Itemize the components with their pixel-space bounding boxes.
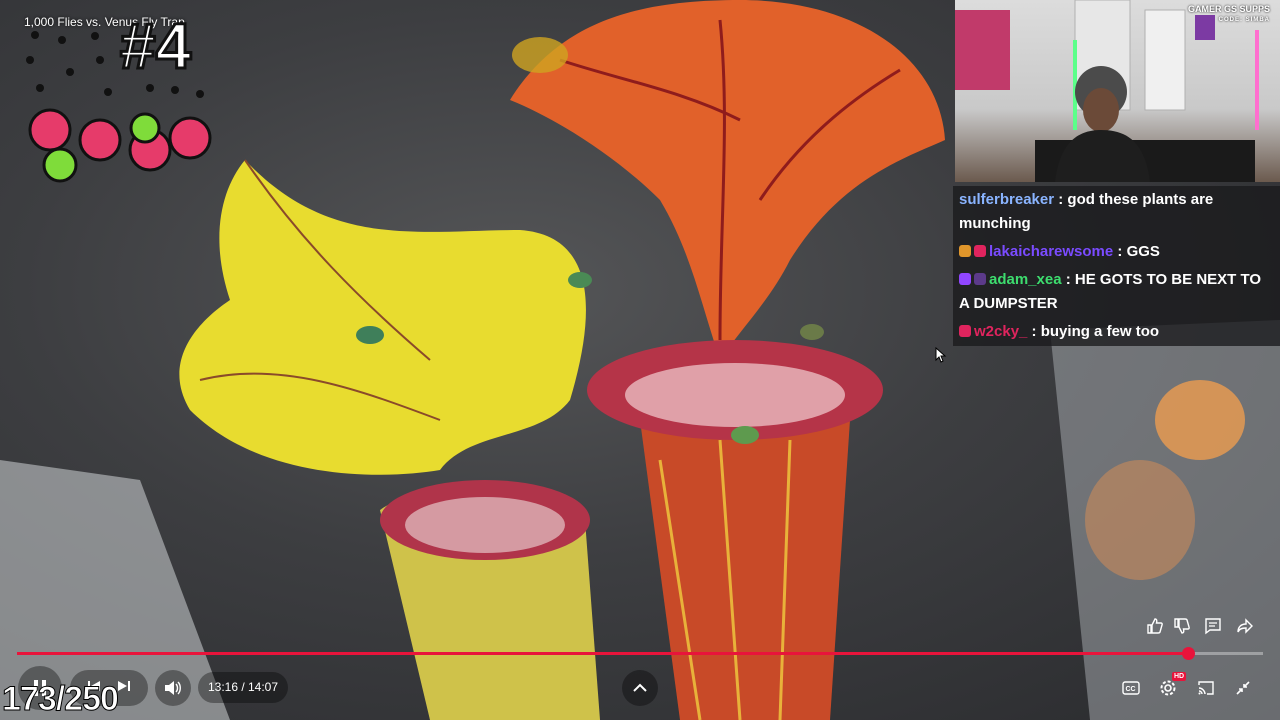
chat-username[interactable]: lakaicharewsome — [989, 243, 1113, 260]
like-button[interactable] — [1143, 614, 1167, 638]
share-button[interactable] — [1233, 614, 1257, 638]
progress-bar[interactable] — [17, 647, 1263, 660]
sponsor-code: CODE: SIMBA — [1218, 17, 1270, 23]
gift-badge-icon — [959, 273, 971, 285]
sub-badge-icon — [959, 245, 971, 257]
chat-separator: : — [1061, 271, 1075, 288]
chat-message: sulferbreaker : god these plants are mun… — [959, 188, 1274, 236]
expand-button[interactable] — [622, 670, 658, 706]
thumbs-up-icon — [1147, 618, 1163, 634]
chat-message: w2cky_ : buying a few too — [959, 320, 1274, 344]
captions-button[interactable]: CC — [1119, 676, 1143, 700]
chat-username[interactable]: sulferbreaker — [959, 191, 1054, 208]
share-icon — [1237, 618, 1253, 634]
next-button[interactable] — [118, 679, 130, 697]
svg-text:CC: CC — [1126, 686, 1136, 693]
exit-fullscreen-button[interactable] — [1231, 676, 1255, 700]
heart-badge-icon — [959, 325, 971, 337]
hd-badge: HD — [1172, 672, 1187, 681]
chat-message: adam_xea : HE GOTS TO BE NEXT TO A DUMPS… — [959, 268, 1274, 316]
sponsor-badge: GAMER GS SUPPS CODE: SIMBA — [1188, 4, 1270, 26]
webcam-overlay: GAMER GS SUPPS CODE: SIMBA — [955, 0, 1280, 182]
cast-button[interactable] — [1194, 676, 1218, 700]
chat-text: GGS — [1126, 243, 1160, 260]
chat-separator: : — [1054, 191, 1068, 208]
heart-badge-icon — [974, 245, 986, 257]
chat-message: lakaicharewsome : GGS — [959, 240, 1274, 264]
volume-button[interactable] — [155, 670, 191, 706]
dislike-button[interactable] — [1170, 614, 1194, 638]
cast-icon — [1198, 681, 1214, 695]
sub-badge-icon — [974, 273, 986, 285]
next-icon — [118, 681, 130, 691]
mouse-cursor-icon — [935, 347, 947, 363]
thumbs-down-icon — [1174, 618, 1190, 634]
time-display: 13:16 / 14:07 — [198, 672, 288, 703]
comment-icon — [1205, 618, 1221, 635]
comments-button[interactable] — [1201, 614, 1225, 638]
volume-icon — [165, 681, 181, 695]
chat-text: buying a few too — [1040, 323, 1160, 340]
webcam-scene — [955, 0, 1259, 182]
cc-icon: CC — [1122, 681, 1140, 695]
gear-icon — [1160, 680, 1176, 696]
exit-fullscreen-icon — [1236, 681, 1250, 695]
progress-played — [17, 652, 1189, 655]
fly-counter: 173/250 — [2, 680, 120, 719]
chevron-up-icon — [633, 683, 647, 692]
episode-label: #4 — [118, 10, 192, 82]
chat-username[interactable]: adam_xea — [989, 271, 1062, 288]
chat-separator: : — [1027, 323, 1041, 340]
chat-overlay: sulferbreaker : god these plants are mun… — [953, 186, 1280, 346]
chat-username[interactable]: w2cky_ — [974, 323, 1027, 340]
chat-separator: : — [1113, 243, 1127, 260]
sponsor-brand: GAMER GS SUPPS — [1187, 4, 1270, 14]
